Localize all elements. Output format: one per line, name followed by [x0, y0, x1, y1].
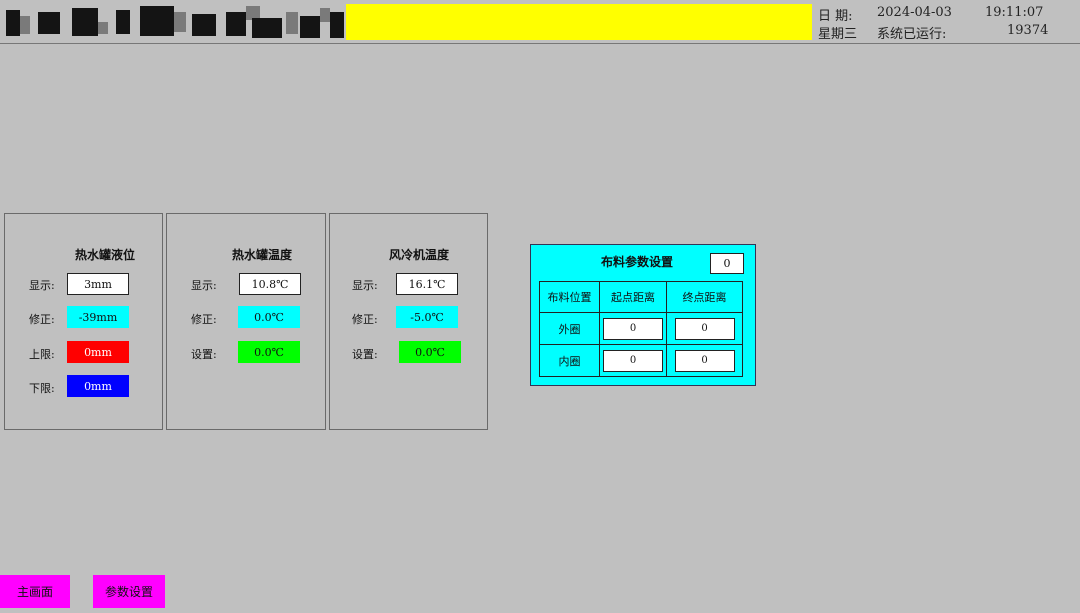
fan-temp-display-label: 显示:	[352, 279, 378, 292]
level-panel: 热水罐液位 显示: 3mm 修正: -39mm 上限: 0mm 下限: 0mm	[4, 213, 163, 430]
weekday-value: 星期三	[818, 27, 858, 42]
tank-temp-panel-title: 热水罐温度	[231, 248, 292, 262]
time-value: 19:11:07	[985, 5, 1044, 20]
level-panel-title: 热水罐液位	[74, 248, 135, 262]
header-bar: 日 期: 2024-04-03 19:11:07 星期三 系统已运行: 1937…	[0, 0, 1080, 44]
status-banner	[346, 4, 812, 40]
distribution-title-value[interactable]: 0	[710, 253, 744, 274]
level-upper-input[interactable]: 0mm	[67, 341, 129, 363]
fan-temp-panel: 风冷机温度 显示: 16.1℃ 修正: -5.0℃ 设置: 0.0℃	[329, 213, 488, 430]
fan-temp-correction-label: 修正:	[352, 313, 378, 326]
distribution-header-start: 起点距离	[599, 281, 667, 313]
level-display-value: 3mm	[67, 273, 129, 295]
level-lower-label: 下限:	[29, 382, 55, 395]
level-upper-label: 上限:	[29, 348, 55, 361]
tank-temp-setting-input[interactable]: 0.0℃	[238, 341, 300, 363]
outer-end-input[interactable]: 0	[674, 317, 735, 340]
distribution-row-label: 外圈	[539, 312, 600, 345]
fan-temp-setting-input[interactable]: 0.0℃	[399, 341, 461, 363]
tank-temp-display-label: 显示:	[191, 279, 217, 292]
main-screen-button[interactable]: 主画面	[0, 575, 70, 608]
level-correction-label: 修正:	[29, 313, 55, 326]
table-cell: 0	[666, 312, 743, 345]
app-title-obscured	[0, 2, 346, 42]
fan-temp-display-value: 16.1℃	[396, 273, 458, 295]
distribution-header-end: 终点距离	[666, 281, 743, 313]
tank-temp-correction-input[interactable]: 0.0℃	[238, 306, 300, 328]
runtime-label: 系统已运行:	[877, 27, 947, 42]
fan-temp-setting-label: 设置:	[352, 348, 378, 361]
outer-start-input[interactable]: 0	[603, 317, 663, 340]
fan-temp-correction-input[interactable]: -5.0℃	[396, 306, 458, 328]
distribution-header-position: 布料位置	[539, 281, 600, 313]
table-cell: 0	[599, 344, 667, 377]
tank-temp-display-value: 10.8℃	[239, 273, 301, 295]
distribution-row-label: 内圈	[539, 344, 600, 377]
date-label: 日 期:	[818, 9, 853, 24]
inner-start-input[interactable]: 0	[603, 349, 663, 372]
inner-end-input[interactable]: 0	[674, 349, 735, 372]
date-value: 2024-04-03	[877, 5, 952, 20]
level-correction-input[interactable]: -39mm	[67, 306, 129, 328]
level-lower-input[interactable]: 0mm	[67, 375, 129, 397]
distribution-params-panel: 布料参数设置 0 布料位置 起点距离 终点距离 外圈 0 0 内圈 0 0	[530, 244, 756, 386]
fan-temp-panel-title: 风冷机温度	[388, 248, 449, 262]
table-cell: 0	[599, 312, 667, 345]
level-display-label: 显示:	[29, 279, 55, 292]
distribution-params-title: 布料参数设置	[600, 255, 673, 269]
parameter-settings-button[interactable]: 参数设置	[93, 575, 165, 608]
table-cell: 0	[666, 344, 743, 377]
header-divider	[0, 43, 1080, 44]
runtime-value: 19374	[1007, 23, 1049, 38]
tank-temp-setting-label: 设置:	[191, 348, 217, 361]
tank-temp-panel: 热水罐温度 显示: 10.8℃ 修正: 0.0℃ 设置: 0.0℃	[166, 213, 326, 430]
tank-temp-correction-label: 修正:	[191, 313, 217, 326]
